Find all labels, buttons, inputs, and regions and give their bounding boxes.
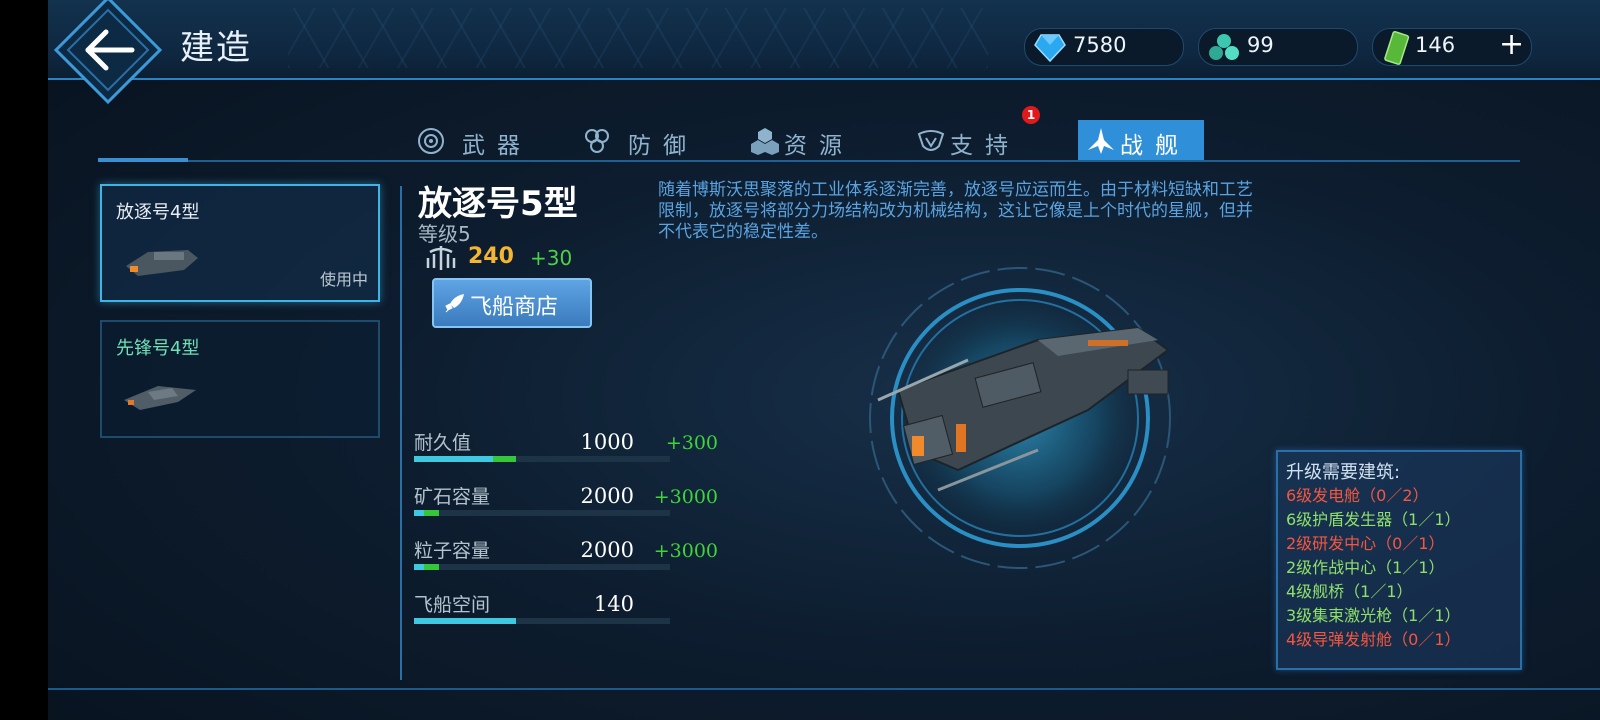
particle-capacity-increase: +3000 — [653, 540, 718, 562]
particle-capacity-bar-fill — [414, 564, 424, 570]
tab-weapons-label: 武器 — [462, 133, 532, 159]
particles-icon — [1209, 34, 1239, 60]
ship-level: 等级5 — [418, 222, 471, 246]
durability-bar-increase — [493, 456, 516, 462]
ship-card-selected[interactable]: 放逐号4型 使用中 — [100, 184, 380, 302]
tab-resources-label: 资源 — [784, 133, 854, 159]
tab-support-label: 支持 — [950, 133, 1020, 159]
tab-defense-label: 防御 — [628, 133, 698, 159]
page-title: 建造 — [180, 28, 252, 68]
tab-battleship-label: 战舰 — [1120, 133, 1190, 159]
requirement-item: 6级护盾发生器（1／1） — [1286, 510, 1461, 529]
bottom-frame-line — [48, 688, 1600, 690]
top-bar — [48, 0, 1600, 80]
in-use-label: 使用中 — [319, 270, 368, 289]
crystal-counter: 7580 — [1024, 28, 1184, 66]
rocket-icon — [445, 294, 464, 313]
ship-card-name: 先锋号4型 — [116, 338, 200, 359]
requirement-item: 4级舰桥（1／1） — [1286, 582, 1413, 601]
ore-capacity-bar-fill — [414, 510, 424, 516]
crystal-value: 7580 — [1073, 33, 1127, 57]
ship-thumbnail — [124, 386, 196, 410]
ship-space-value: 140 — [593, 592, 634, 616]
weapon-icon — [418, 128, 444, 154]
requirement-item: 3级集束激光枪（1／1） — [1286, 606, 1461, 625]
cash-counter: 146 + — [1372, 27, 1532, 66]
particle-counter: 99 — [1198, 28, 1358, 66]
back-button[interactable] — [48, 0, 168, 110]
top-bar-pattern — [288, 8, 988, 68]
tab-battleship[interactable]: 战舰 — [1078, 120, 1204, 160]
ship-shop-button[interactable]: 飞船商店 — [432, 278, 592, 328]
requirement-item: 2级作战中心（1／1） — [1286, 558, 1445, 577]
durability-bar-fill — [414, 456, 493, 462]
durability-label: 耐久值 — [414, 432, 472, 454]
requirements-title: 升级需要建筑: — [1286, 462, 1401, 483]
power-icon — [426, 246, 456, 270]
tab-weapons[interactable]: 武器 — [416, 120, 556, 160]
durability-increase: +300 — [665, 432, 718, 454]
requirement-item: 6级发电舱（0／2） — [1286, 486, 1429, 505]
ship-card[interactable]: 先锋号4型 — [100, 320, 380, 438]
requirement-item: 4级导弹发射舱（0／1） — [1286, 630, 1461, 649]
tab-divider-accent — [98, 158, 188, 162]
requirement-item: 2级研发中心（0／1） — [1286, 534, 1445, 553]
support-icon — [917, 130, 945, 151]
power-value: 240 — [468, 244, 514, 269]
ship-card-name: 放逐号4型 — [116, 202, 200, 223]
ship-space-bar-fill — [414, 618, 516, 624]
particle-capacity-label: 粒子容量 — [414, 540, 491, 562]
power-increase: +30 — [530, 246, 573, 270]
cash-icon — [1384, 30, 1410, 65]
ore-capacity-bar — [414, 510, 670, 516]
upgrade-requirements-panel: 升级需要建筑: 6级发电舱（0／2） 6级护盾发生器（1／1） 2级研发中心（0… — [1276, 450, 1522, 670]
particle-value: 99 — [1247, 33, 1274, 57]
tab-divider — [98, 160, 1520, 162]
ship-space-bar — [414, 618, 670, 624]
crystal-icon — [1034, 34, 1066, 63]
notification-badge: 1 — [1022, 106, 1040, 124]
ore-capacity-increase: +3000 — [653, 486, 718, 508]
particle-capacity-bar — [414, 564, 670, 570]
defense-icon — [585, 129, 609, 153]
ship-description: 随着博斯沃思聚落的工业体系逐渐完善，放逐号应运而生。由于材料短缺和工艺限制，放逐… — [658, 180, 1253, 242]
ore-capacity-label: 矿石容量 — [414, 486, 491, 508]
panel-divider — [400, 186, 402, 680]
cash-value: 146 — [1415, 33, 1456, 57]
particle-capacity-bar-increase — [424, 564, 439, 570]
ship-preview — [869, 267, 1171, 569]
ore-capacity-bar-increase — [424, 510, 439, 516]
tab-support[interactable]: 支持 — [916, 120, 1056, 160]
battleship-icon — [1088, 128, 1114, 154]
add-currency-button[interactable]: + — [1499, 27, 1524, 62]
durability-bar — [414, 456, 670, 462]
tab-resources[interactable]: 资源 — [750, 120, 890, 160]
ship-shop-label: 飞船商店 — [470, 295, 559, 320]
ship-thumbnail — [126, 250, 198, 276]
resource-icon — [751, 128, 779, 155]
tab-defense[interactable]: 防御 — [582, 120, 722, 160]
ship-space-label: 飞船空间 — [414, 594, 491, 616]
build-screen: 建造 7580 99 146 + 武器 防御 资源 支持 1 战舰 放逐号4型 … — [48, 0, 1600, 720]
